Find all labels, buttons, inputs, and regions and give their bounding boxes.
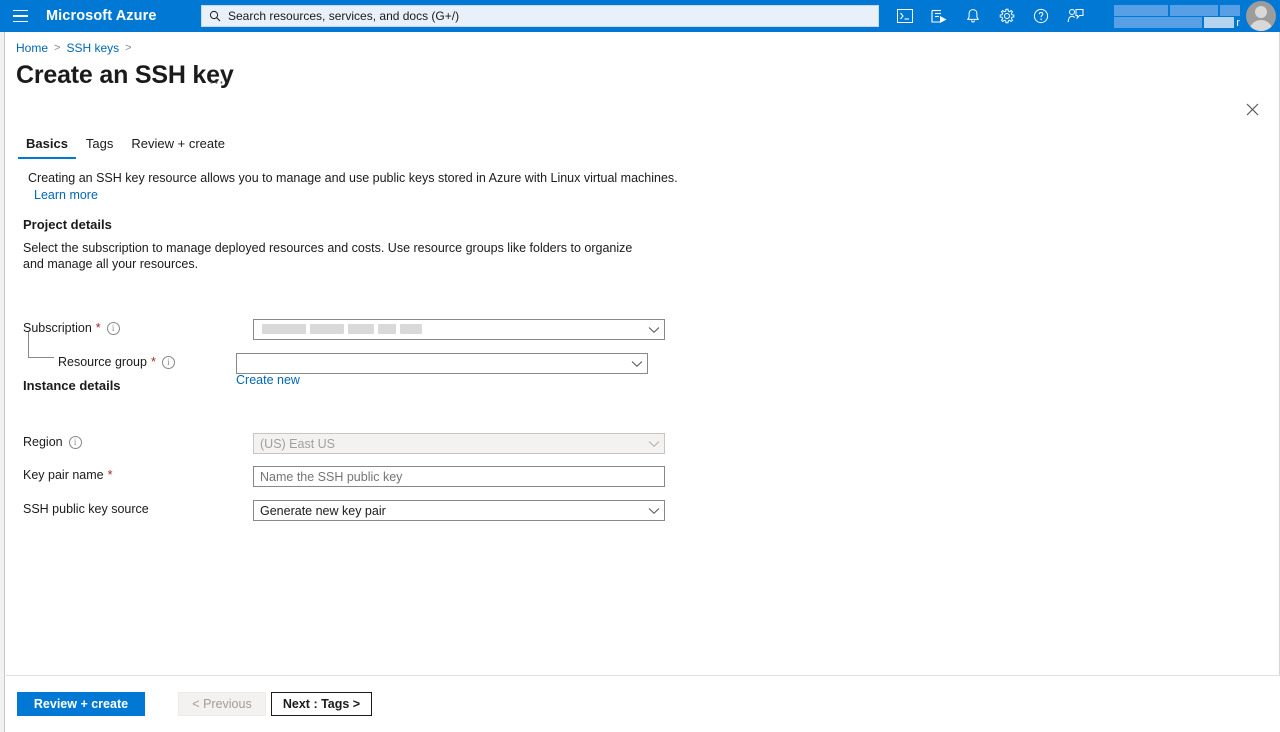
section-description-project-details: Select the subscription to manage deploy…: [23, 241, 633, 271]
field-row-subscription: Subscription * i: [23, 319, 665, 340]
hamburger-bar: [12, 15, 28, 17]
ssh-public-key-source-value: Generate new key pair: [260, 503, 386, 518]
avatar[interactable]: [1246, 1, 1276, 31]
intro-sentence: Creating an SSH key resource allows you …: [28, 171, 678, 185]
notifications-bell-icon[interactable]: [956, 0, 990, 32]
field-row-key-pair-name: Key pair name * Name the SSH public key: [23, 466, 665, 487]
ssh-public-key-source-dropdown[interactable]: Generate new key pair: [253, 500, 665, 521]
redaction-block: [310, 324, 344, 334]
feedback-icon[interactable]: [1058, 0, 1092, 32]
hamburger-bar: [12, 20, 28, 23]
chevron-down-icon: [648, 326, 660, 334]
sidebar-collapsed-rail: [0, 32, 5, 732]
help-question-icon[interactable]: [1024, 0, 1058, 32]
chevron-down-icon: [648, 507, 660, 515]
label-region-text: Region: [23, 435, 63, 449]
learn-more-link[interactable]: Learn more: [34, 187, 678, 204]
account-visible-char: r: [1236, 17, 1240, 29]
region-dropdown: (US) East US: [253, 433, 665, 454]
breadcrumb-separator: >: [125, 42, 132, 54]
redaction-block: [1220, 5, 1240, 16]
settings-gear-icon[interactable]: [990, 0, 1024, 32]
hamburger-icon[interactable]: [0, 0, 40, 32]
key-pair-name-input[interactable]: Name the SSH public key: [253, 466, 665, 487]
redaction-block: [348, 324, 374, 334]
info-icon-resource-group[interactable]: i: [161, 355, 175, 369]
redaction-block: [378, 324, 396, 334]
label-ssh-public-key-source: SSH public key source: [23, 502, 149, 516]
subscription-value-redacted: [260, 323, 648, 336]
redaction-block: [262, 324, 306, 334]
label-ssh-public-key-source-text: SSH public key source: [23, 502, 149, 516]
redaction-block: [1170, 5, 1218, 16]
avatar-head: [1255, 6, 1267, 18]
create-new-resource-group-link[interactable]: Create new: [236, 373, 300, 387]
cloud-shell-icon[interactable]: [888, 0, 922, 32]
tree-connector-line: [28, 332, 54, 358]
hamburger-bar: [12, 9, 28, 12]
more-options-icon[interactable]: ⋯: [204, 70, 231, 94]
previous-button: < Previous: [178, 692, 266, 716]
label-resource-group-text: Resource group: [58, 355, 147, 369]
search-icon: [209, 10, 221, 22]
page-title: Create an SSH key: [16, 61, 234, 89]
breadcrumb: Home > SSH keys >: [16, 41, 138, 55]
label-resource-group: Resource group * i: [58, 355, 175, 369]
region-value: (US) East US: [260, 436, 336, 451]
label-key-pair-name: Key pair name *: [23, 468, 112, 482]
key-pair-name-placeholder: Name the SSH public key: [260, 469, 403, 484]
field-row-region: Region i (US) East US: [23, 433, 665, 454]
avatar-body: [1249, 20, 1273, 31]
tab-tags[interactable]: Tags: [77, 132, 122, 159]
blade-tabs: Basics Tags Review + create: [17, 132, 234, 159]
chevron-down-icon: [648, 440, 660, 448]
azure-brand-label[interactable]: Microsoft Azure: [46, 8, 157, 24]
blade-footer: Review + create < Previous Next : Tags >: [6, 675, 1280, 732]
tab-review-create[interactable]: Review + create: [122, 132, 234, 159]
required-asterisk: *: [95, 321, 101, 335]
next-tags-button[interactable]: Next : Tags >: [271, 692, 372, 716]
chevron-down-icon: [631, 360, 643, 368]
resource-group-dropdown[interactable]: [236, 353, 648, 374]
directories-subscriptions-icon[interactable]: [922, 0, 956, 32]
review-create-button[interactable]: Review + create: [17, 692, 145, 716]
account-info-redacted[interactable]: r: [1108, 0, 1244, 32]
tab-basics[interactable]: Basics: [17, 132, 77, 159]
section-heading-instance-details: Instance details: [23, 378, 121, 393]
section-heading-project-details: Project details: [23, 217, 112, 232]
create-ssh-key-blade: Home > SSH keys > Create an SSH key ⋯ Ba…: [6, 32, 1280, 732]
redaction-block: [400, 324, 422, 334]
label-key-pair-name-text: Key pair name: [23, 468, 104, 482]
blade-intro-text: Creating an SSH key resource allows you …: [28, 170, 678, 204]
label-region: Region i: [23, 435, 82, 449]
global-search-input[interactable]: Search resources, services, and docs (G+…: [201, 5, 879, 27]
required-asterisk: *: [150, 355, 156, 369]
redaction-block: [1114, 5, 1168, 16]
subscription-dropdown[interactable]: [253, 319, 665, 340]
close-icon[interactable]: [1237, 94, 1267, 124]
field-row-ssh-public-key-source: SSH public key source Generate new key p…: [23, 500, 665, 521]
header-icon-group: [888, 0, 1092, 32]
info-icon-region[interactable]: i: [68, 435, 82, 449]
breadcrumb-item-home[interactable]: Home: [16, 41, 48, 55]
redaction-block: [1114, 17, 1202, 28]
field-row-resource-group: Resource group * i: [58, 353, 648, 374]
breadcrumb-item-ssh-keys[interactable]: SSH keys: [66, 41, 119, 55]
global-search-placeholder: Search resources, services, and docs (G+…: [228, 9, 460, 23]
breadcrumb-separator: >: [54, 42, 61, 54]
global-header: Microsoft Azure Search resources, servic…: [0, 0, 1280, 32]
redaction-block: [1204, 17, 1234, 28]
info-icon-subscription[interactable]: i: [106, 321, 120, 335]
required-asterisk: *: [107, 468, 113, 482]
